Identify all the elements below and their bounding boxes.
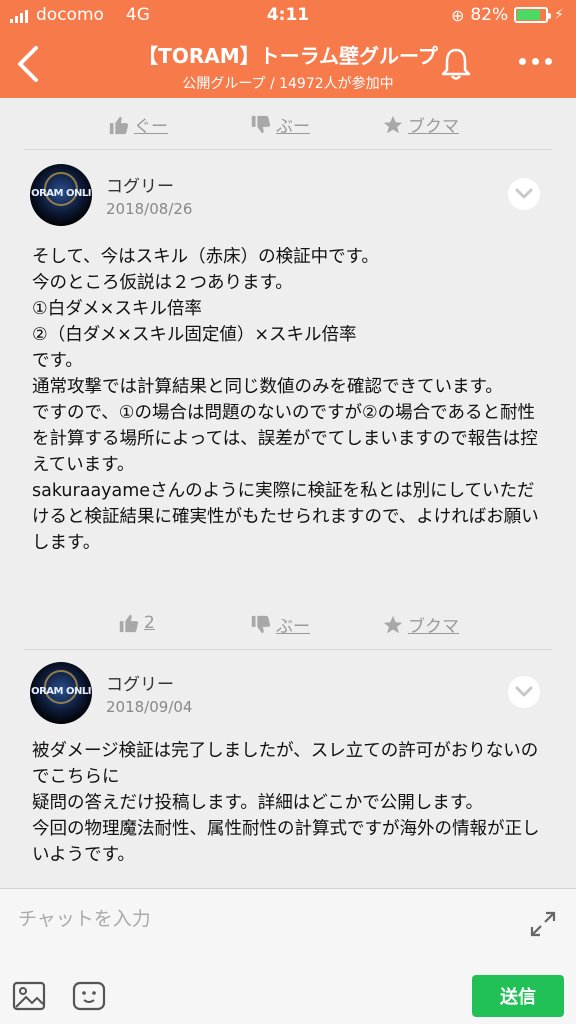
thumbs-down-icon [251, 115, 271, 133]
star-icon [383, 115, 403, 133]
reaction-bar: ぐー ぶー ブクマ [24, 98, 552, 150]
battery-percent: 82% [470, 5, 509, 25]
boo-button[interactable]: ぶー [250, 112, 310, 137]
reaction-bar: 2 ぶー ブクマ [24, 598, 552, 650]
good-count: 2 [144, 613, 155, 633]
post-author[interactable]: コグリー [106, 172, 174, 197]
post-date: 2018/08/26 [106, 200, 193, 218]
bookmark-label: ブクマ [408, 117, 459, 137]
avatar[interactable]: ORAM ONLI [30, 662, 92, 724]
boo-label: ぶー [276, 117, 310, 137]
nav-bar: 【TORAM】トーラム壁グループ 公開グループ / 14972人が参加中 [0, 34, 576, 98]
bell-icon[interactable] [440, 46, 472, 82]
thumbs-down-icon [251, 615, 271, 633]
good-label: ぐー [134, 117, 168, 137]
good-button[interactable]: 2 [118, 612, 155, 634]
app-header: docomo 4G 4:11 ⊕ 82% ⚡ 【TORAM】トーラム壁グループ … [0, 0, 576, 98]
post-date: 2018/09/04 [106, 698, 193, 716]
expand-icon[interactable] [528, 909, 558, 939]
send-button[interactable]: 送信 [472, 975, 564, 1017]
battery-icon [514, 7, 552, 23]
good-button[interactable]: ぐー [108, 112, 168, 137]
post-card: ORAM ONLI コグリー 2018/08/26 そして、今はスキル（赤床）の… [24, 152, 552, 592]
star-icon [383, 615, 403, 633]
post-card: ORAM ONLI コグリー 2018/09/04 被ダメージ検証は完了しました… [24, 650, 552, 888]
battery-fill [517, 10, 541, 20]
thumbs-up-icon [119, 614, 139, 633]
avatar-logo-text: ORAM ONLI [31, 188, 91, 199]
avatar[interactable]: ORAM ONLI [30, 164, 92, 226]
charging-icon: ⚡ [554, 7, 564, 23]
bookmark-button[interactable]: ブクマ [382, 612, 459, 637]
chevron-down-icon [515, 686, 533, 697]
image-icon[interactable] [12, 981, 46, 1011]
post-menu-button[interactable] [508, 676, 540, 708]
avatar-logo-text: ORAM ONLI [31, 686, 91, 697]
bookmark-label: ブクマ [408, 617, 459, 637]
bookmark-button[interactable]: ブクマ [382, 112, 459, 137]
orientation-lock-icon: ⊕ [450, 5, 465, 25]
more-menu-icon[interactable] [519, 58, 552, 65]
post-menu-button[interactable] [508, 178, 540, 210]
chevron-down-icon [515, 188, 533, 199]
boo-button[interactable]: ぶー [250, 612, 310, 637]
sticker-icon[interactable] [72, 981, 106, 1011]
header-title-block: 【TORAM】トーラム壁グループ 公開グループ / 14972人が参加中 [0, 40, 576, 93]
post-body: そして、今はスキル（赤床）の検証中です。 今のところ仮説は２つあります。 ①白ダ… [32, 247, 539, 553]
status-right: ⊕ 82% ⚡ [451, 5, 564, 25]
chat-composer: 送信 [0, 888, 576, 1024]
thumbs-up-icon [109, 116, 129, 134]
post-author[interactable]: コグリー [106, 670, 174, 695]
boo-label: ぶー [276, 617, 310, 637]
group-subtitle: 公開グループ / 14972人が参加中 [182, 76, 394, 92]
post-body: 被ダメージ検証は完了しましたが、スレ立ての許可がおりないのでこちらに 疑問の答え… [32, 741, 540, 865]
chat-input[interactable] [18, 903, 498, 935]
status-bar: docomo 4G 4:11 ⊕ 82% ⚡ [0, 0, 576, 32]
group-title: 【TORAM】トーラム壁グループ [138, 44, 438, 68]
